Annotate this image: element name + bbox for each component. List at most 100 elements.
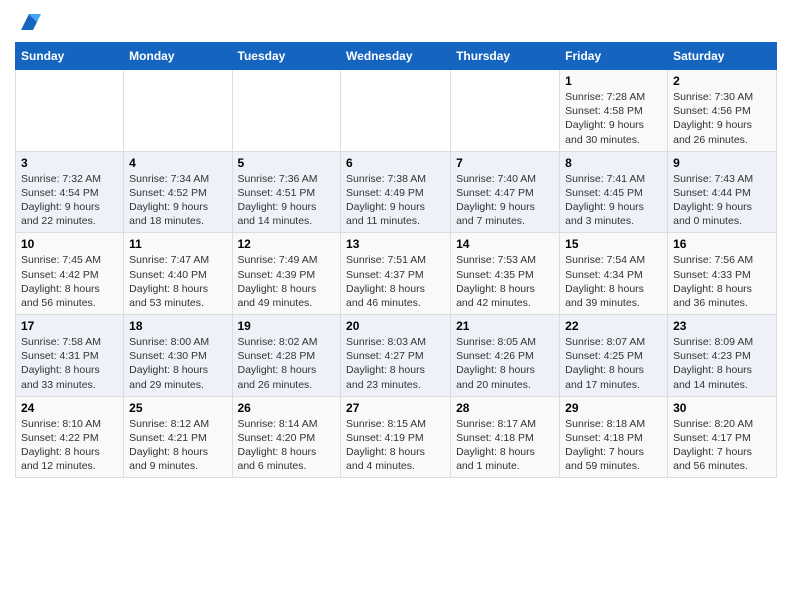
day-cell: 3 Sunrise: 7:32 AMSunset: 4:54 PMDaylight… — [16, 151, 124, 233]
day-number: 4 — [129, 156, 226, 170]
header — [15, 10, 777, 34]
logo — [15, 10, 41, 34]
day-info: Sunrise: 7:43 AMSunset: 4:44 PMDaylight:… — [673, 172, 771, 229]
day-number: 10 — [21, 237, 118, 251]
day-info: Sunrise: 7:54 AMSunset: 4:34 PMDaylight:… — [565, 253, 662, 310]
day-number: 30 — [673, 401, 771, 415]
day-number: 25 — [129, 401, 226, 415]
day-cell — [451, 70, 560, 152]
day-info: Sunrise: 8:18 AMSunset: 4:18 PMDaylight:… — [565, 417, 662, 474]
header-friday: Friday — [560, 43, 668, 70]
day-number: 28 — [456, 401, 554, 415]
day-cell: 5 Sunrise: 7:36 AMSunset: 4:51 PMDaylight… — [232, 151, 341, 233]
day-number: 17 — [21, 319, 118, 333]
day-info: Sunrise: 7:41 AMSunset: 4:45 PMDaylight:… — [565, 172, 662, 229]
header-sunday: Sunday — [16, 43, 124, 70]
day-info: Sunrise: 7:32 AMSunset: 4:54 PMDaylight:… — [21, 172, 118, 229]
day-info: Sunrise: 7:56 AMSunset: 4:33 PMDaylight:… — [673, 253, 771, 310]
day-info: Sunrise: 7:28 AMSunset: 4:58 PMDaylight:… — [565, 90, 662, 147]
day-number: 23 — [673, 319, 771, 333]
day-cell: 7Sunrise: 7:40 AMSunset: 4:47 PMDaylight… — [451, 151, 560, 233]
day-cell: 8Sunrise: 7:41 AMSunset: 4:45 PMDaylight… — [560, 151, 668, 233]
day-cell: 26 Sunrise: 8:14 AMSunset: 4:20 PMDayligh… — [232, 396, 341, 478]
day-cell: 12 Sunrise: 7:49 AMSunset: 4:39 PMDayligh… — [232, 233, 341, 315]
day-cell: 25 Sunrise: 8:12 AMSunset: 4:21 PMDayligh… — [124, 396, 232, 478]
day-number: 7 — [456, 156, 554, 170]
week-row-5: 24 Sunrise: 8:10 AMSunset: 4:22 PMDayligh… — [16, 396, 777, 478]
day-info: Sunrise: 8:07 AMSunset: 4:25 PMDaylight:… — [565, 335, 662, 392]
day-info: Sunrise: 7:45 AMSunset: 4:42 PMDaylight:… — [21, 253, 118, 310]
calendar-header-row: SundayMondayTuesdayWednesdayThursdayFrid… — [16, 43, 777, 70]
week-row-4: 17 Sunrise: 7:58 AMSunset: 4:31 PMDayligh… — [16, 315, 777, 397]
day-cell: 22 Sunrise: 8:07 AMSunset: 4:25 PMDayligh… — [560, 315, 668, 397]
day-info: Sunrise: 7:53 AMSunset: 4:35 PMDaylight:… — [456, 253, 554, 310]
day-cell: 11Sunrise: 7:47 AMSunset: 4:40 PMDayligh… — [124, 233, 232, 315]
week-row-2: 3 Sunrise: 7:32 AMSunset: 4:54 PMDaylight… — [16, 151, 777, 233]
day-cell: 30 Sunrise: 8:20 AMSunset: 4:17 PMDayligh… — [668, 396, 777, 478]
day-cell: 14Sunrise: 7:53 AMSunset: 4:35 PMDayligh… — [451, 233, 560, 315]
day-cell — [16, 70, 124, 152]
day-number: 9 — [673, 156, 771, 170]
day-number: 26 — [238, 401, 336, 415]
day-number: 15 — [565, 237, 662, 251]
day-info: Sunrise: 7:38 AMSunset: 4:49 PMDaylight:… — [346, 172, 445, 229]
day-info: Sunrise: 8:17 AMSunset: 4:18 PMDaylight:… — [456, 417, 554, 474]
day-cell — [341, 70, 451, 152]
day-cell: 4 Sunrise: 7:34 AMSunset: 4:52 PMDaylight… — [124, 151, 232, 233]
header-monday: Monday — [124, 43, 232, 70]
day-number: 29 — [565, 401, 662, 415]
day-number: 1 — [565, 74, 662, 88]
day-number: 21 — [456, 319, 554, 333]
day-number: 22 — [565, 319, 662, 333]
day-cell: 24 Sunrise: 8:10 AMSunset: 4:22 PMDayligh… — [16, 396, 124, 478]
day-number: 5 — [238, 156, 336, 170]
day-cell: 20 Sunrise: 8:03 AMSunset: 4:27 PMDayligh… — [341, 315, 451, 397]
day-cell: 15 Sunrise: 7:54 AMSunset: 4:34 PMDayligh… — [560, 233, 668, 315]
day-cell: 29 Sunrise: 8:18 AMSunset: 4:18 PMDayligh… — [560, 396, 668, 478]
logo-icon — [17, 10, 41, 34]
day-cell: 18 Sunrise: 8:00 AMSunset: 4:30 PMDayligh… — [124, 315, 232, 397]
day-number: 16 — [673, 237, 771, 251]
day-info: Sunrise: 8:12 AMSunset: 4:21 PMDaylight:… — [129, 417, 226, 474]
day-info: Sunrise: 7:34 AMSunset: 4:52 PMDaylight:… — [129, 172, 226, 229]
day-info: Sunrise: 8:00 AMSunset: 4:30 PMDaylight:… — [129, 335, 226, 392]
header-wednesday: Wednesday — [341, 43, 451, 70]
day-cell — [124, 70, 232, 152]
day-info: Sunrise: 8:05 AMSunset: 4:26 PMDaylight:… — [456, 335, 554, 392]
day-info: Sunrise: 7:49 AMSunset: 4:39 PMDaylight:… — [238, 253, 336, 310]
day-cell: 23 Sunrise: 8:09 AMSunset: 4:23 PMDayligh… — [668, 315, 777, 397]
calendar-table: SundayMondayTuesdayWednesdayThursdayFrid… — [15, 42, 777, 478]
day-info: Sunrise: 8:10 AMSunset: 4:22 PMDaylight:… — [21, 417, 118, 474]
day-cell: 21 Sunrise: 8:05 AMSunset: 4:26 PMDayligh… — [451, 315, 560, 397]
day-cell: 1 Sunrise: 7:28 AMSunset: 4:58 PMDaylight… — [560, 70, 668, 152]
day-info: Sunrise: 8:03 AMSunset: 4:27 PMDaylight:… — [346, 335, 445, 392]
day-number: 13 — [346, 237, 445, 251]
day-info: Sunrise: 7:51 AMSunset: 4:37 PMDaylight:… — [346, 253, 445, 310]
header-thursday: Thursday — [451, 43, 560, 70]
day-number: 18 — [129, 319, 226, 333]
header-tuesday: Tuesday — [232, 43, 341, 70]
day-number: 12 — [238, 237, 336, 251]
day-cell: 17 Sunrise: 7:58 AMSunset: 4:31 PMDayligh… — [16, 315, 124, 397]
day-info: Sunrise: 7:36 AMSunset: 4:51 PMDaylight:… — [238, 172, 336, 229]
day-number: 20 — [346, 319, 445, 333]
day-number: 2 — [673, 74, 771, 88]
day-info: Sunrise: 7:58 AMSunset: 4:31 PMDaylight:… — [21, 335, 118, 392]
day-cell: 9 Sunrise: 7:43 AMSunset: 4:44 PMDaylight… — [668, 151, 777, 233]
day-info: Sunrise: 7:47 AMSunset: 4:40 PMDaylight:… — [129, 253, 226, 310]
day-cell: 27Sunrise: 8:15 AMSunset: 4:19 PMDayligh… — [341, 396, 451, 478]
week-row-1: 1 Sunrise: 7:28 AMSunset: 4:58 PMDaylight… — [16, 70, 777, 152]
day-cell: 16 Sunrise: 7:56 AMSunset: 4:33 PMDayligh… — [668, 233, 777, 315]
day-number: 3 — [21, 156, 118, 170]
day-info: Sunrise: 8:09 AMSunset: 4:23 PMDaylight:… — [673, 335, 771, 392]
day-cell: 19Sunrise: 8:02 AMSunset: 4:28 PMDayligh… — [232, 315, 341, 397]
day-info: Sunrise: 8:20 AMSunset: 4:17 PMDaylight:… — [673, 417, 771, 474]
day-info: Sunrise: 7:30 AMSunset: 4:56 PMDaylight:… — [673, 90, 771, 147]
day-info: Sunrise: 8:14 AMSunset: 4:20 PMDaylight:… — [238, 417, 336, 474]
day-cell: 10 Sunrise: 7:45 AMSunset: 4:42 PMDayligh… — [16, 233, 124, 315]
day-cell — [232, 70, 341, 152]
day-cell: 2 Sunrise: 7:30 AMSunset: 4:56 PMDaylight… — [668, 70, 777, 152]
day-cell: 6Sunrise: 7:38 AMSunset: 4:49 PMDaylight… — [341, 151, 451, 233]
day-cell: 28 Sunrise: 8:17 AMSunset: 4:18 PMDayligh… — [451, 396, 560, 478]
day-number: 24 — [21, 401, 118, 415]
